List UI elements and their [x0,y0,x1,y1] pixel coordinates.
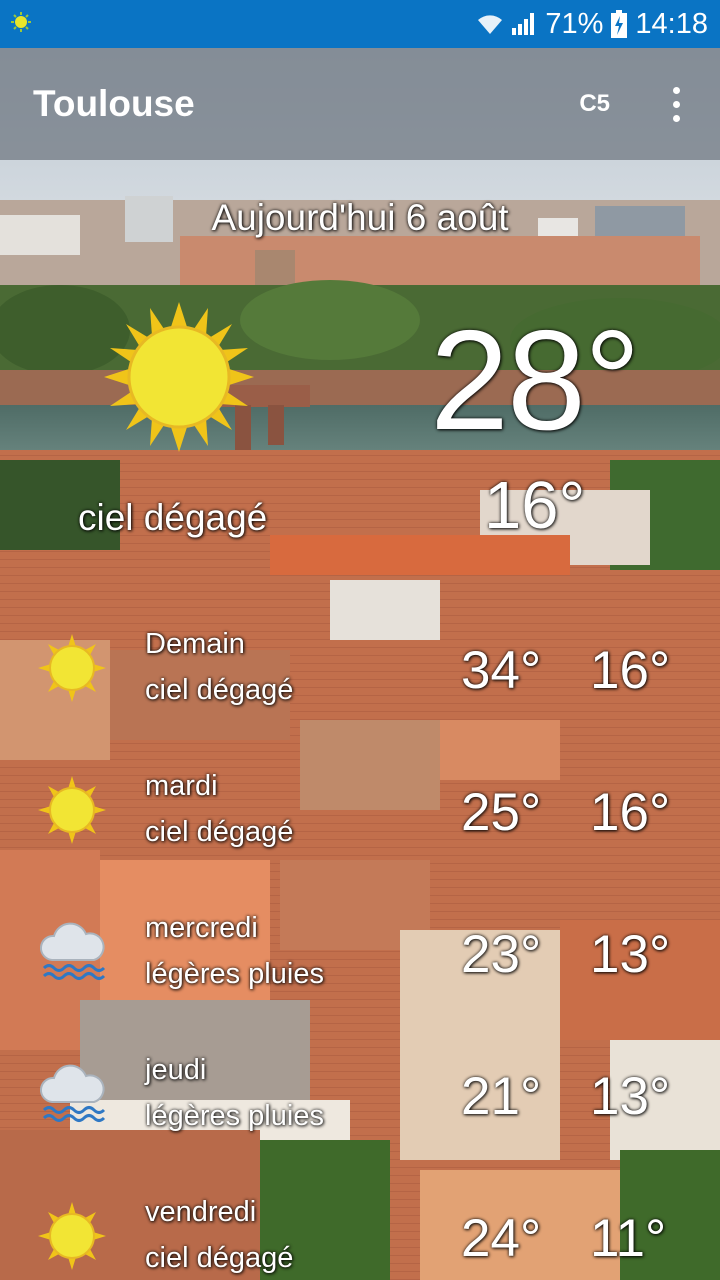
rain-cloud-icon [40,922,106,980]
today-date: Aujourd'hui 6 août [211,197,509,238]
forecast-day: mardi [145,770,218,802]
forecast-high: 25° [461,783,542,842]
forecast-low: 16° [590,641,671,700]
current-temperature: 28° [430,301,641,460]
unit-toggle-button[interactable]: C5 [579,90,610,118]
forecast-low: 16° [590,783,671,842]
clock: 14:18 [635,7,708,40]
sun-icon [38,776,106,844]
forecast-low: 11° [590,1209,667,1268]
forecast-row[interactable]: Demain ciel dégagé 34° 16° [0,620,720,760]
forecast-day: jeudi [145,1054,207,1086]
wifi-icon [477,12,503,36]
today-low-temperature: 16° [484,468,586,543]
forecast-row[interactable]: mardi ciel dégagé 25° 16° [0,762,720,902]
sun-icon [104,302,254,452]
app-notification-icon [10,11,32,38]
forecast-high: 24° [461,1209,542,1268]
rain-cloud-icon [40,1064,106,1122]
forecast-description: ciel dégagé [145,1242,294,1274]
forecast-row[interactable]: vendredi ciel dégagé 24° 11° [0,1188,720,1280]
app-bar: Toulouse C5 [0,48,720,160]
forecast-row[interactable]: jeudi légères pluies 21° 13° [0,1046,720,1186]
signal-icon [511,12,537,36]
forecast-day: mercredi [145,912,258,944]
forecast-description: légères pluies [145,1100,324,1132]
forecast-high: 34° [461,641,542,700]
sun-icon [38,1202,106,1270]
city-title: Toulouse [33,83,195,124]
forecast-low: 13° [590,1067,671,1126]
status-bar: 71% 14:18 [0,0,720,48]
forecast-high: 23° [461,925,542,984]
battery-charging-icon [611,10,628,38]
forecast-day: vendredi [145,1196,257,1228]
forecast-low: 13° [590,925,671,984]
forecast-description: légères pluies [145,958,324,990]
sun-icon [38,634,106,702]
forecast-description: ciel dégagé [145,674,294,706]
forecast-description: ciel dégagé [145,816,294,848]
forecast-day: Demain [145,628,245,660]
forecast-high: 21° [461,1067,542,1126]
forecast-row[interactable]: mercredi légères pluies 23° 13° [0,904,720,1044]
today-description: ciel dégagé [78,497,268,538]
battery-percent: 71% [545,7,604,40]
more-vert-icon[interactable] [652,80,700,128]
